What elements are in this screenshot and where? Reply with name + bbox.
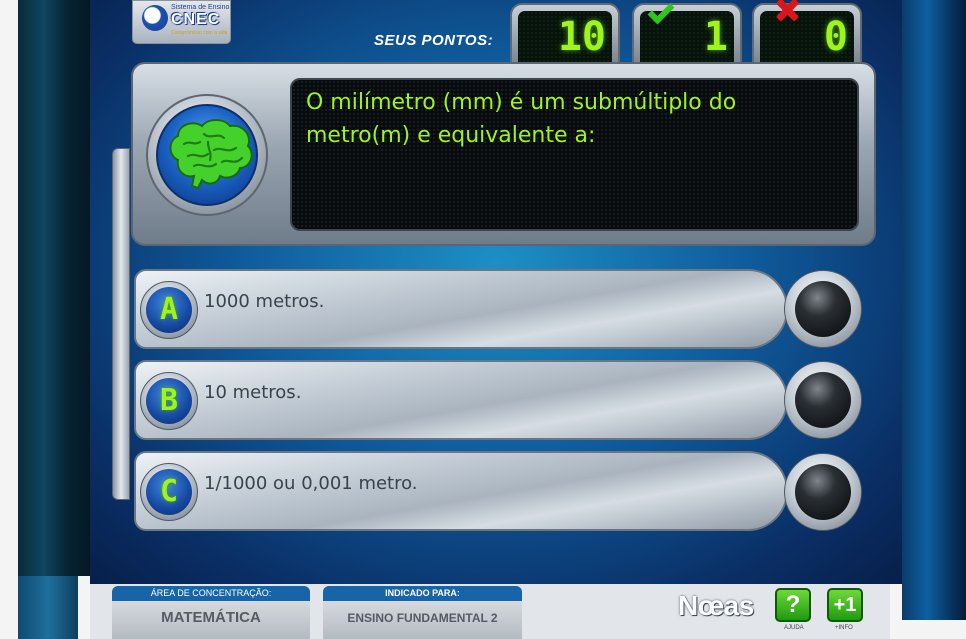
area-value: MATEMÁTICA	[112, 601, 310, 639]
left-curtain-lower	[18, 576, 78, 639]
help-button[interactable]: ?	[775, 588, 811, 622]
option-b-knob[interactable]	[795, 372, 851, 428]
option-b-text: 10 metros.	[204, 382, 302, 403]
logo-top-text: Sistema de Ensino	[171, 4, 230, 11]
cnec-logo: Sistema de Ensino CNEC Compromisso com a…	[132, 0, 231, 44]
brain-icon	[169, 119, 253, 190]
x-icon	[772, 1, 802, 21]
points-value: 10	[557, 14, 606, 60]
area-tab: ÁREA DE CONCENTRAÇÃO: MATEMÁTICA	[112, 586, 310, 639]
wrong-display: 0	[752, 3, 862, 65]
more-info-button[interactable]: +1	[827, 588, 863, 622]
help-caption: AJUDA	[784, 625, 804, 631]
correct-value: 1	[703, 14, 728, 60]
left-curtain	[18, 0, 92, 576]
audience-tab: INDICADO PARA: ENSINO FUNDAMENTAL 2	[323, 586, 522, 639]
audience-label: INDICADO PARA:	[323, 586, 522, 601]
points-display: 10	[510, 3, 620, 65]
score-label: SEUS PONTOS:	[374, 32, 494, 49]
wrong-value: 0	[823, 14, 848, 60]
option-c-letter: C	[146, 469, 192, 515]
logo-name: CNEC	[171, 11, 221, 28]
option-a-letter: A	[146, 287, 192, 333]
more-info-caption: +INFO	[835, 625, 853, 631]
logo-tagline: Compromisso com a vida	[171, 30, 228, 36]
option-a-text: 1000 metros.	[204, 291, 325, 312]
audience-value: ENSINO FUNDAMENTAL 2	[323, 601, 522, 639]
noas-logo: Nœas	[678, 590, 754, 621]
option-c-text: 1/1000 ou 0,001 metro.	[204, 473, 418, 494]
option-c-knob[interactable]	[795, 464, 851, 520]
option-a-knob[interactable]	[795, 281, 851, 337]
question-text: O milímetro (mm) é um submúltiplo do met…	[306, 90, 737, 148]
correct-display: 1	[632, 0, 742, 65]
right-curtain	[902, 0, 966, 620]
option-b-letter: B	[146, 378, 192, 424]
area-label: ÁREA DE CONCENTRAÇÃO:	[112, 586, 310, 601]
options-rail	[112, 148, 130, 500]
logo-emblem-icon	[142, 5, 168, 31]
